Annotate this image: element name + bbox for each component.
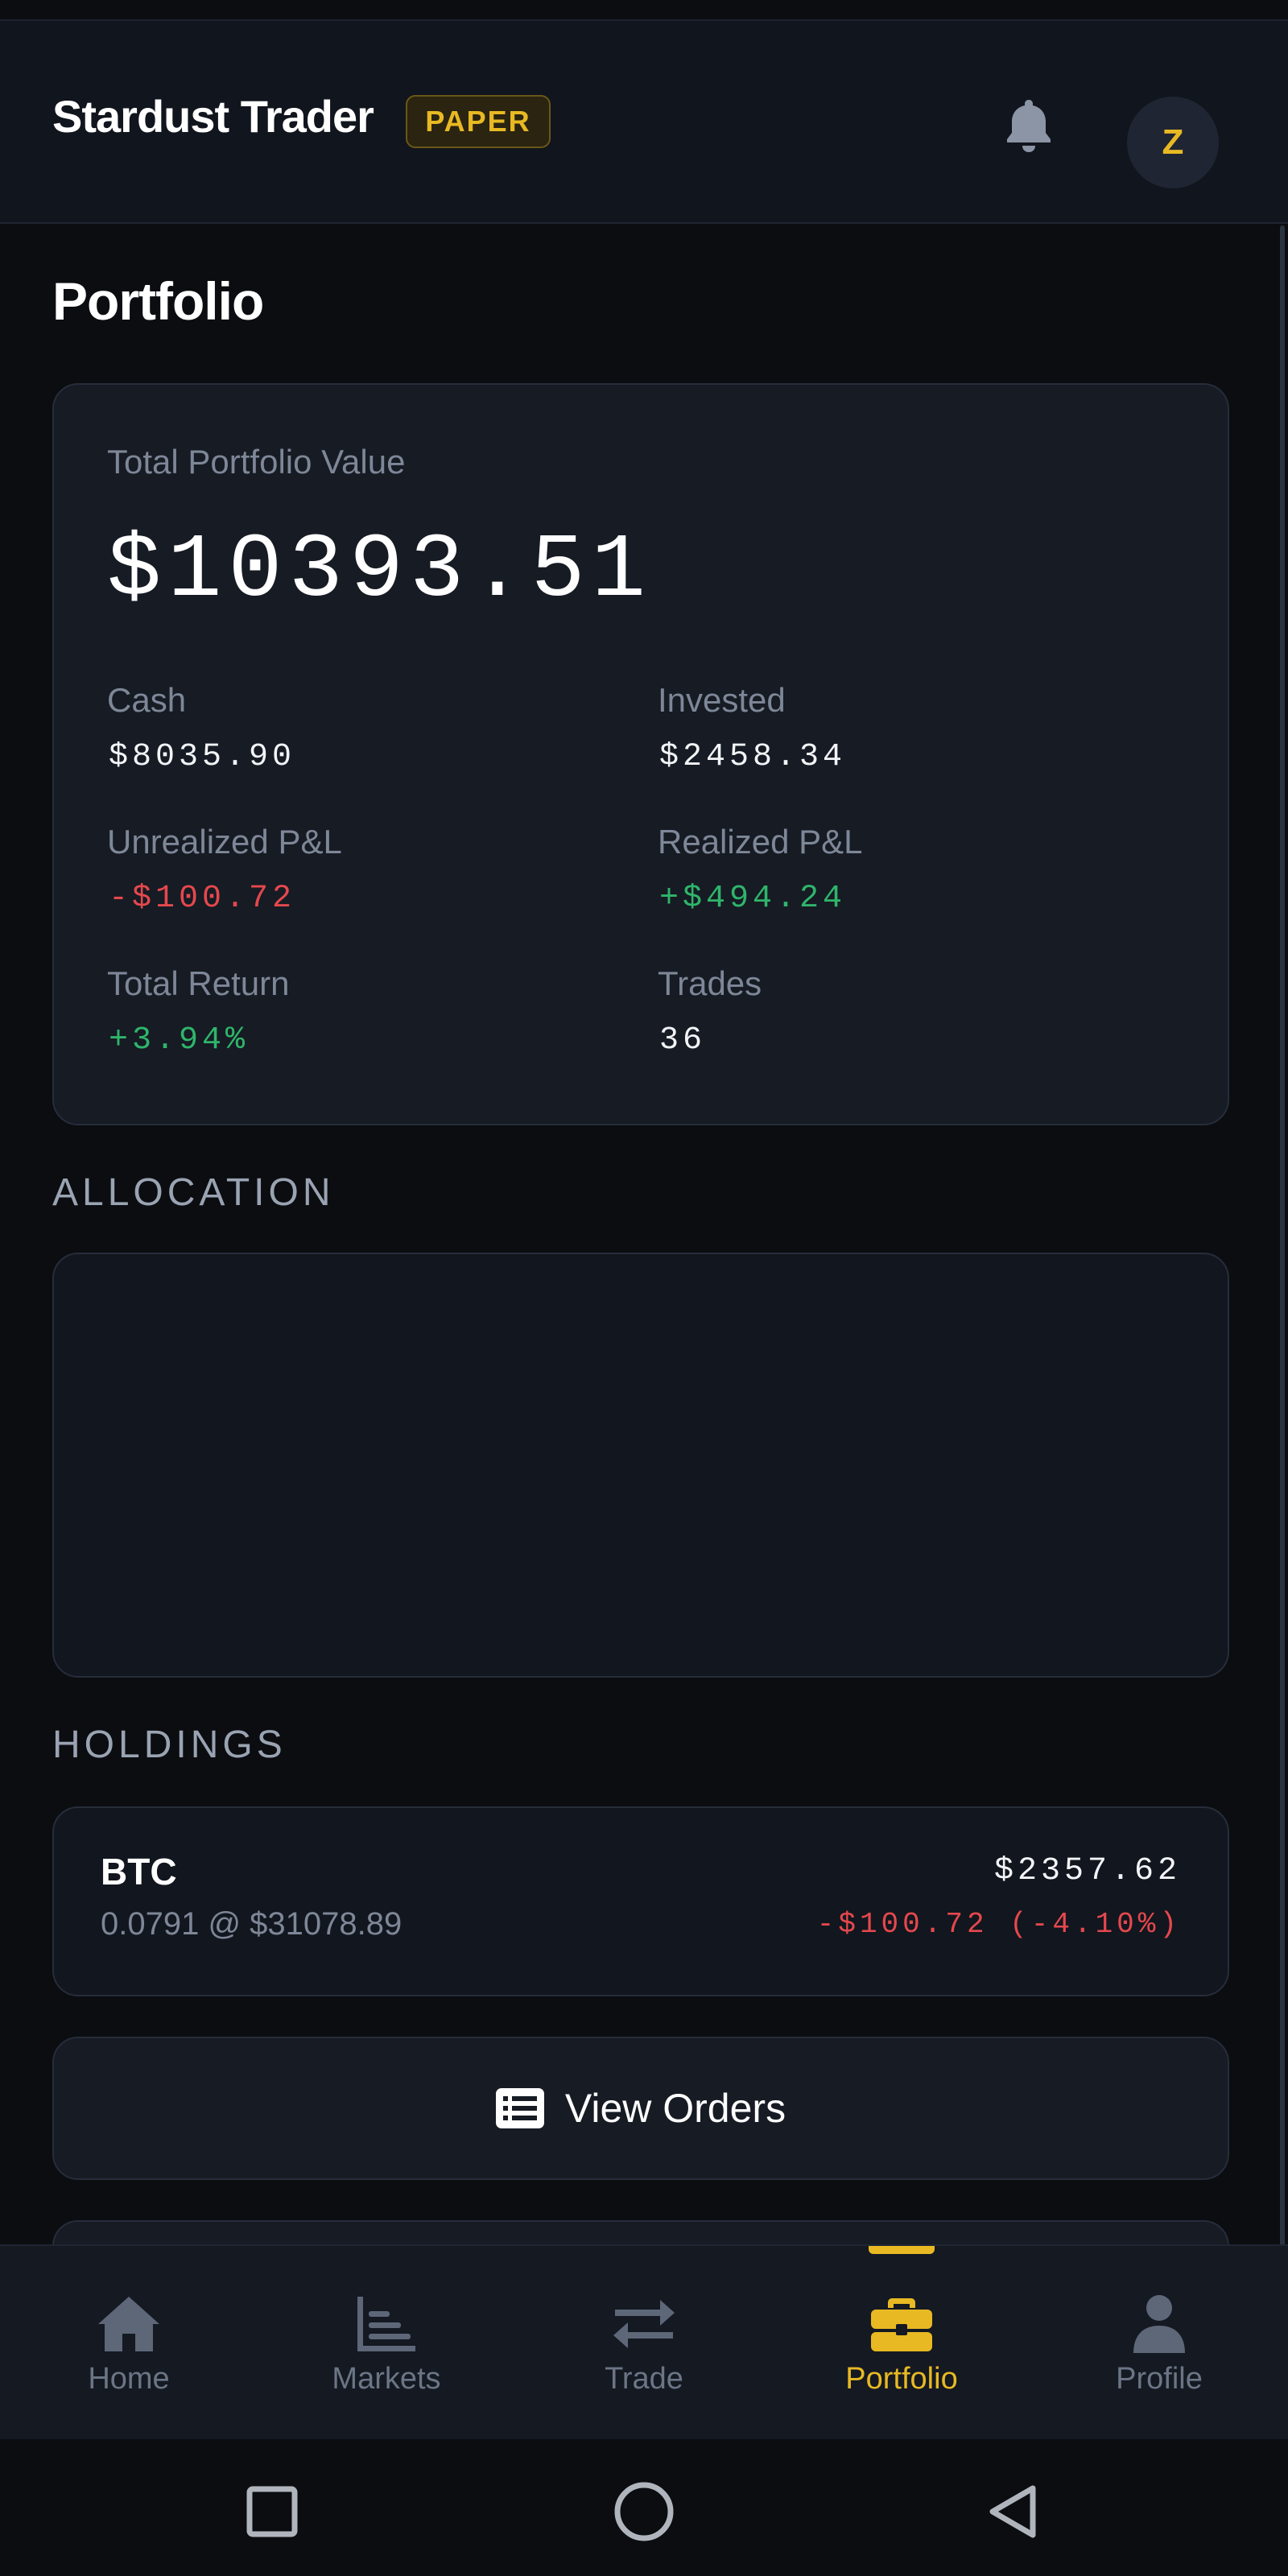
holding-symbol: BTC [101, 1851, 177, 1893]
bell-icon [1007, 100, 1051, 152]
nav-portfolio-label: Portfolio [845, 2362, 958, 2396]
triangle-back-icon [989, 2485, 1036, 2538]
nav-profile[interactable]: Profile [1030, 2246, 1288, 2441]
nav-markets-label: Markets [332, 2362, 441, 2396]
back-button[interactable] [972, 2471, 1053, 2552]
trades-value: 36 [659, 1022, 707, 1059]
briefcase-icon [871, 2298, 932, 2351]
user-avatar[interactable]: Z [1127, 97, 1219, 188]
invested-value: $2458.34 [659, 739, 847, 775]
app-screen: Stardust Trader PAPER Z Portfolio Total … [0, 0, 1288, 2576]
holding-row-btc[interactable]: BTC 0.0791 @ $31078.89 $2357.62 -$100.72… [52, 1806, 1229, 1996]
nav-trade-label: Trade [605, 2362, 683, 2396]
nav-trade[interactable]: Trade [515, 2246, 773, 2441]
paper-mode-badge: PAPER [406, 95, 551, 148]
system-navigation-bar [0, 2439, 1288, 2576]
app-title: Stardust Trader [52, 91, 374, 142]
total-value: $10393.51 [107, 520, 652, 622]
total-value-label: Total Portfolio Value [107, 443, 406, 481]
unrealized-pl-value: -$100.72 [109, 881, 296, 917]
total-return-label: Total Return [107, 964, 290, 1002]
list-icon [495, 2088, 544, 2128]
nav-home[interactable]: Home [0, 2246, 258, 2441]
status-bar [0, 0, 1288, 21]
bottom-navigation: Home Markets Trade Portfolio Profile [0, 2244, 1288, 2439]
nav-home-label: Home [88, 2362, 170, 2396]
nav-markets[interactable]: Markets [258, 2246, 515, 2441]
scrollbar[interactable] [1280, 225, 1285, 2246]
view-orders-label: View Orders [564, 2086, 786, 2131]
nav-profile-label: Profile [1116, 2362, 1203, 2396]
home-icon [98, 2297, 159, 2351]
portfolio-summary-card: Total Portfolio Value $10393.51 Cash $80… [52, 383, 1229, 1125]
nav-portfolio[interactable]: Portfolio [773, 2246, 1030, 2441]
realized-pl-value: +$494.24 [659, 881, 847, 917]
realized-pl-label: Realized P&L [658, 823, 863, 861]
holding-value: $2357.62 [993, 1853, 1181, 1889]
trades-label: Trades [658, 964, 762, 1002]
total-return-value: +3.94% [109, 1022, 250, 1059]
allocation-chart-card [52, 1253, 1229, 1678]
circle-icon [614, 2482, 674, 2541]
view-orders-button[interactable]: View Orders [52, 2037, 1229, 2180]
app-header: Stardust Trader PAPER Z [0, 21, 1288, 224]
cash-label: Cash [107, 681, 187, 719]
square-icon [246, 2486, 298, 2537]
home-button[interactable] [604, 2471, 684, 2552]
holdings-heading: HOLDINGS [52, 1724, 287, 1766]
recents-button[interactable] [232, 2471, 312, 2552]
invested-label: Invested [658, 681, 786, 719]
person-icon [1133, 2295, 1185, 2353]
allocation-heading: ALLOCATION [52, 1171, 335, 1214]
cash-value: $8035.90 [109, 739, 296, 775]
notifications-button[interactable] [990, 87, 1067, 164]
swap-arrows-icon [613, 2300, 675, 2348]
bar-chart-icon [357, 2297, 415, 2351]
holding-pl: -$100.72 (-4.10%) [816, 1908, 1181, 1941]
holding-quantity-price: 0.0791 @ $31078.89 [101, 1906, 402, 1942]
page-title: Portfolio [52, 271, 264, 331]
unrealized-pl-label: Unrealized P&L [107, 823, 342, 861]
